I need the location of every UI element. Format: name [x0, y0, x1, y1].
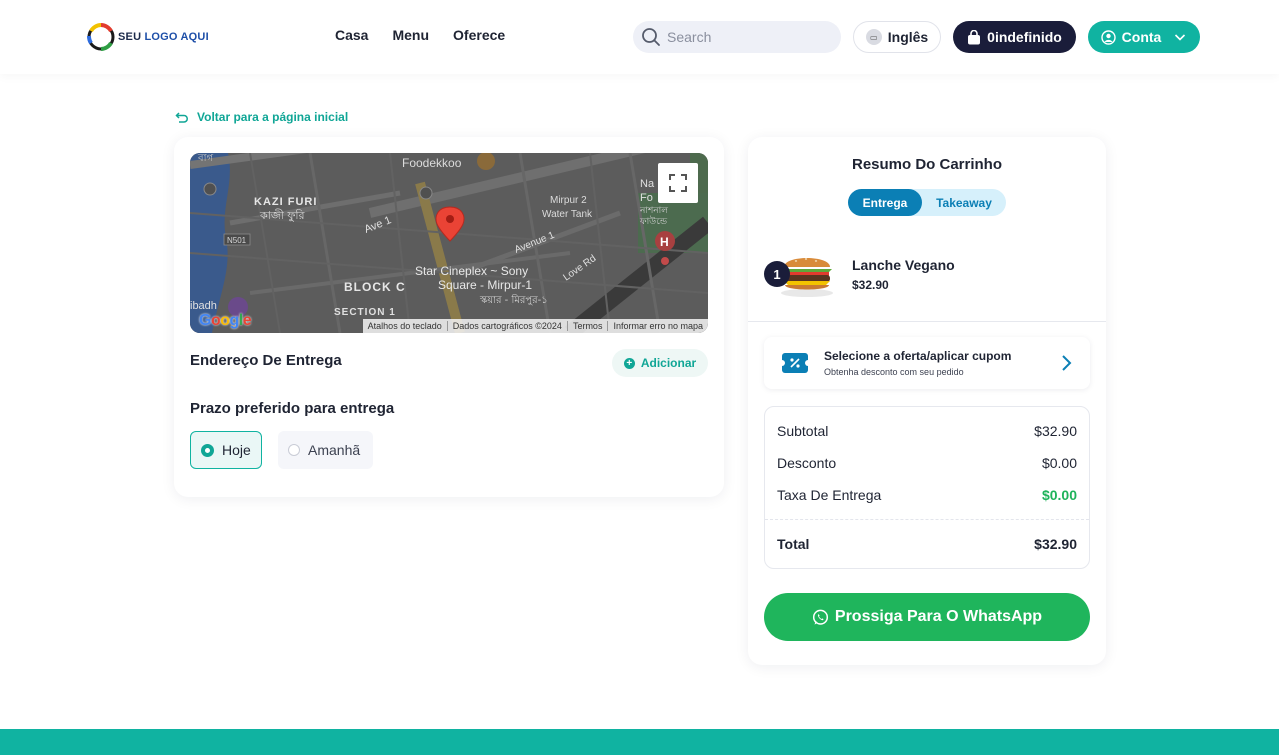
chevron-right-icon — [1062, 355, 1072, 371]
map-data-credit: Dados cartográficos ©2024 — [446, 321, 567, 331]
mode-takeaway-button[interactable]: Takeaway — [922, 189, 1006, 216]
cart-label: 0indefinido — [987, 29, 1062, 45]
logo-text: SEU LOGO AQUI — [118, 31, 209, 43]
map-label-section1: SECTION 1 — [334, 307, 396, 318]
mode-delivery-button[interactable]: Entrega — [848, 189, 922, 216]
total-row: Total $32.90 — [777, 536, 1077, 552]
divider — [748, 321, 1106, 322]
map-footer: Atalhos do teclado Dados cartográficos ©… — [362, 319, 708, 333]
option-today-label: Hoje — [222, 442, 251, 458]
delivery-address-label: Endereço De Entrega — [190, 352, 342, 369]
account-label: Conta — [1121, 29, 1162, 45]
discount-row: Desconto $0.00 — [777, 455, 1077, 471]
delivery-fee-row: Taxa De Entrega $0.00 — [777, 487, 1077, 503]
user-icon — [1100, 29, 1116, 45]
subtotal-value: $32.90 — [1034, 423, 1077, 439]
delivery-card: N501 H Foodekkoo বাগ KAZI FURI কাজী ফুরি… — [174, 137, 724, 497]
coupon-title: Selecione a oferta/aplicar cupom — [824, 349, 1012, 363]
search-box[interactable] — [633, 21, 841, 53]
item-price: $32.90 — [852, 278, 889, 292]
header: SEU LOGO AQUI Casa Menu Oferece ▭ Inglês… — [0, 0, 1279, 74]
map-label-water-tank: Water Tank — [542, 209, 593, 220]
map-label-square-mirpur: Square - Mirpur-1 — [438, 278, 532, 292]
map-label-bn-right: নাশনাল — [639, 206, 668, 216]
map-label-kazi-furi: KAZI FURI — [254, 196, 317, 208]
option-tomorrow[interactable]: Amanhã — [278, 431, 373, 469]
map-report-error-link[interactable]: Informar erro no mapa — [607, 321, 708, 331]
svg-text:H: H — [660, 235, 669, 249]
logo[interactable]: SEU LOGO AQUI — [86, 22, 209, 52]
subtotal-label: Subtotal — [777, 423, 829, 439]
map-terms-link[interactable]: Termos — [566, 321, 608, 331]
logo-icon — [86, 22, 116, 52]
cart-summary-card: Resumo Do Carrinho Entrega Takeaway 1 La… — [748, 137, 1106, 665]
whatsapp-checkout-button[interactable]: Prossiga Para O WhatsApp — [764, 593, 1090, 641]
back-to-home-link[interactable]: Voltar para a página inicial — [175, 110, 348, 124]
map-label-foodekkoo: Foodekkoo — [402, 156, 462, 170]
return-arrow-icon — [175, 112, 188, 123]
map-label-fo: Fo — [640, 192, 653, 204]
footer — [0, 729, 1279, 755]
coupon-subtitle: Obtenha desconto com seu pedido — [824, 367, 964, 377]
language-button[interactable]: ▭ Inglês — [853, 21, 941, 53]
map-label-star-cineplex: Star Cineplex ~ Sony — [415, 264, 528, 278]
search-input[interactable] — [667, 29, 827, 45]
plus-icon: + — [623, 357, 635, 369]
total-label: Total — [777, 536, 810, 552]
delivery-time-label: Prazo preferido para entrega — [190, 400, 395, 417]
coupon-icon — [779, 353, 811, 373]
nav-oferece[interactable]: Oferece — [453, 27, 505, 43]
subtotal-row: Subtotal $32.90 — [777, 423, 1077, 439]
radio-unselected-icon[interactable] — [288, 444, 300, 456]
map-label-bn-square: স্কয়ার - মিরপুর-১ — [479, 294, 548, 306]
option-tomorrow-label: Amanhã — [308, 442, 361, 458]
price-summary: Subtotal $32.90 Desconto $0.00 Taxa De E… — [764, 406, 1090, 569]
main-nav: Casa Menu Oferece — [335, 27, 529, 43]
whatsapp-label: Prossiga Para O WhatsApp — [834, 608, 1043, 625]
discount-value: $0.00 — [1041, 455, 1077, 471]
language-label: Inglês — [887, 29, 929, 45]
cart-button[interactable]: 0indefinido — [953, 21, 1076, 53]
fullscreen-button[interactable] — [658, 163, 698, 203]
fullscreen-icon — [669, 174, 687, 192]
map-label-n501: N501 — [227, 236, 247, 245]
cart-summary-title: Resumo Do Carrinho — [851, 156, 1002, 173]
discount-label: Desconto — [777, 455, 837, 471]
summary-divider — [765, 519, 1089, 520]
map-label-ibadh: ibadh — [190, 300, 217, 312]
order-mode-toggle: Entrega Takeaway — [848, 189, 1006, 216]
chevron-down-icon — [1175, 34, 1186, 41]
map-label-na: Na — [640, 178, 655, 190]
back-link-label: Voltar para a página inicial — [197, 110, 349, 124]
map-keyboard-shortcuts[interactable]: Atalhos do teclado — [363, 321, 447, 331]
add-address-button[interactable]: + Adicionar — [612, 349, 708, 377]
delivery-fee-label: Taxa De Entrega — [777, 487, 882, 503]
shopping-bag-icon — [968, 29, 981, 44]
option-today[interactable]: Hoje — [190, 431, 262, 469]
total-value: $32.90 — [1034, 536, 1077, 552]
map-label-bn-top: বাগ — [197, 153, 213, 164]
map-label-block-c: BLOCK C — [344, 280, 406, 294]
nav-menu[interactable]: Menu — [392, 27, 429, 43]
delivery-fee-value: $0.00 — [1041, 487, 1077, 503]
map-label-mirpur2: Mirpur 2 — [550, 195, 587, 206]
account-button[interactable]: Conta — [1088, 21, 1200, 53]
add-address-label: Adicionar — [640, 356, 697, 370]
item-quantity-badge: 1 — [764, 261, 790, 287]
map-label-bn-right2: ফাউন্ডে — [639, 215, 668, 227]
radio-selected-icon[interactable] — [201, 443, 214, 457]
coupon-selector[interactable]: Selecione a oferta/aplicar cupom Obtenha… — [764, 337, 1090, 389]
map-label-kazi-furi-bn: কাজী ফুরি — [259, 209, 306, 222]
google-logo: Google — [199, 312, 252, 329]
map-canvas: N501 H Foodekkoo বাগ KAZI FURI কাজী ফুরি… — [190, 153, 708, 333]
nav-casa[interactable]: Casa — [335, 27, 368, 43]
whatsapp-icon — [812, 609, 828, 625]
search-icon — [642, 28, 660, 46]
item-name: Lanche Vegano — [852, 257, 955, 273]
delivery-map[interactable]: N501 H Foodekkoo বাগ KAZI FURI কাজী ফুরি… — [190, 153, 708, 333]
flag-icon: ▭ — [865, 29, 882, 45]
